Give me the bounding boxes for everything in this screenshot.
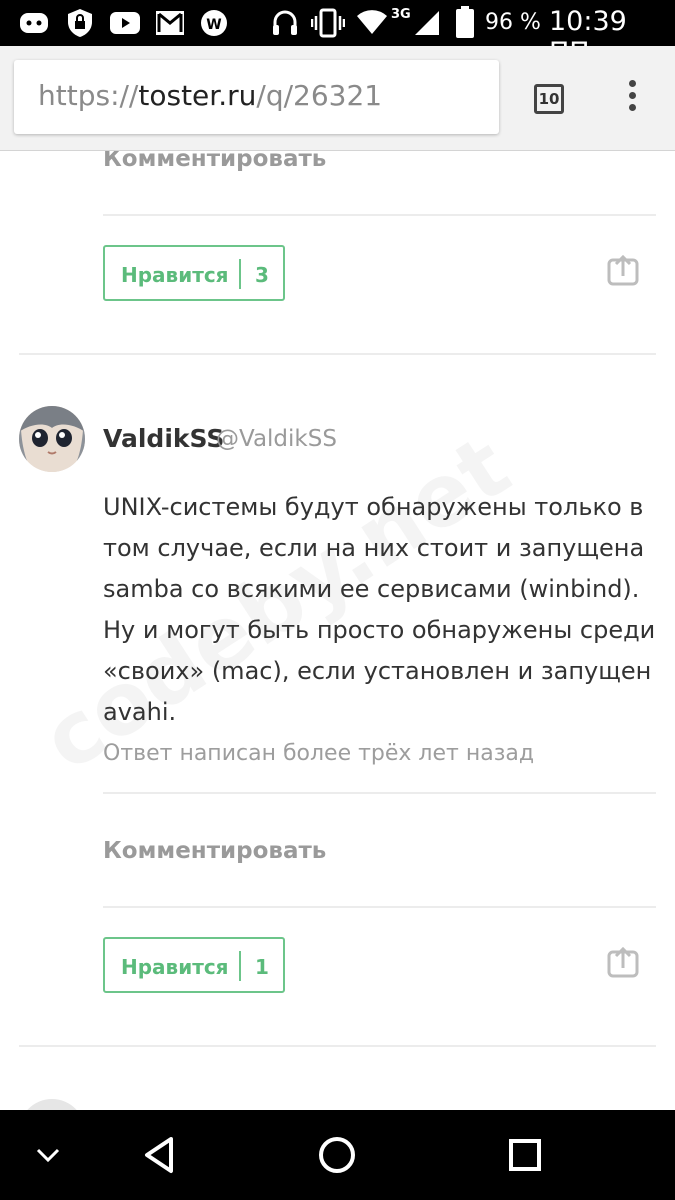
like-separator bbox=[239, 951, 241, 981]
status-bar: W 3G 96 % 10:39 ПП bbox=[0, 0, 675, 68]
answer-line: UNIX-системы будут обнаружены только в bbox=[103, 493, 644, 521]
back-icon[interactable] bbox=[138, 1110, 182, 1200]
answer-line: том случае, если на них стоит и запущена bbox=[103, 534, 645, 562]
headphones-icon bbox=[273, 10, 297, 35]
battery-percent: 96 % bbox=[485, 10, 541, 35]
tab-switcher-button[interactable]: 10 bbox=[534, 84, 564, 114]
answer-divider bbox=[19, 1045, 656, 1047]
comment-link[interactable]: Комментировать bbox=[103, 151, 326, 172]
avatar[interactable] bbox=[19, 406, 85, 472]
share-icon[interactable] bbox=[607, 254, 639, 286]
network-type: 3G bbox=[391, 7, 411, 22]
signal-3g-icon bbox=[415, 11, 439, 35]
youtube-icon bbox=[110, 12, 140, 34]
answer-line: avahi. bbox=[103, 698, 177, 726]
address-bar[interactable]: https://toster.ru/q/26321 bbox=[14, 60, 499, 134]
vibrate-icon bbox=[311, 8, 345, 38]
share-icon[interactable] bbox=[607, 946, 639, 978]
page-content: codeby.net Комментировать Нравится 3 Val… bbox=[0, 151, 675, 1110]
answer-line: «своих» (mac), если установлен и запущен bbox=[103, 657, 652, 685]
author-handle[interactable]: @ValdikSS bbox=[216, 426, 337, 452]
vpn-lock-icon bbox=[68, 9, 92, 37]
answer-meta: Ответ написан более трёх лет назад bbox=[103, 741, 535, 766]
battery-icon bbox=[456, 6, 474, 38]
url-text[interactable]: https://toster.ru/q/26321 bbox=[38, 79, 382, 112]
discord-icon bbox=[20, 13, 48, 33]
like-label: Нравится bbox=[121, 263, 229, 287]
like-count: 1 bbox=[255, 955, 269, 979]
like-button[interactable]: Нравится 1 bbox=[103, 937, 285, 993]
recents-icon[interactable] bbox=[503, 1110, 547, 1200]
hide-keyboard-icon[interactable] bbox=[26, 1110, 70, 1200]
divider bbox=[103, 214, 656, 216]
divider bbox=[103, 792, 656, 794]
answer-line: samba со всякими ее сервисами (winbind). bbox=[103, 575, 640, 603]
url-host: toster.ru bbox=[138, 79, 257, 112]
like-separator bbox=[239, 259, 241, 289]
next-avatar-partial bbox=[19, 1099, 85, 1110]
gmail-icon bbox=[156, 11, 184, 35]
navigation-bar bbox=[0, 1110, 675, 1200]
wifi-icon bbox=[357, 10, 387, 34]
answer-text: UNIX-системы будут обнаружены только в т… bbox=[103, 487, 656, 733]
home-icon[interactable] bbox=[315, 1110, 359, 1200]
comment-link[interactable]: Комментировать bbox=[103, 838, 326, 864]
like-count: 3 bbox=[255, 263, 269, 287]
overflow-menu-icon[interactable] bbox=[627, 80, 637, 116]
like-label: Нравится bbox=[121, 955, 229, 979]
url-path: /q/26321 bbox=[256, 79, 383, 112]
browser-toolbar: https://toster.ru/q/26321 10 bbox=[0, 46, 675, 151]
divider bbox=[103, 906, 656, 908]
svg-text:W: W bbox=[206, 17, 221, 33]
answer-divider bbox=[19, 353, 656, 355]
like-button[interactable]: Нравится 3 bbox=[103, 245, 285, 301]
answer-line: Ну и могут быть просто обнаружены среди bbox=[103, 616, 656, 644]
opera-icon: W bbox=[201, 10, 227, 36]
url-scheme: https:// bbox=[38, 79, 139, 112]
author-name[interactable]: ValdikSS bbox=[103, 424, 224, 453]
